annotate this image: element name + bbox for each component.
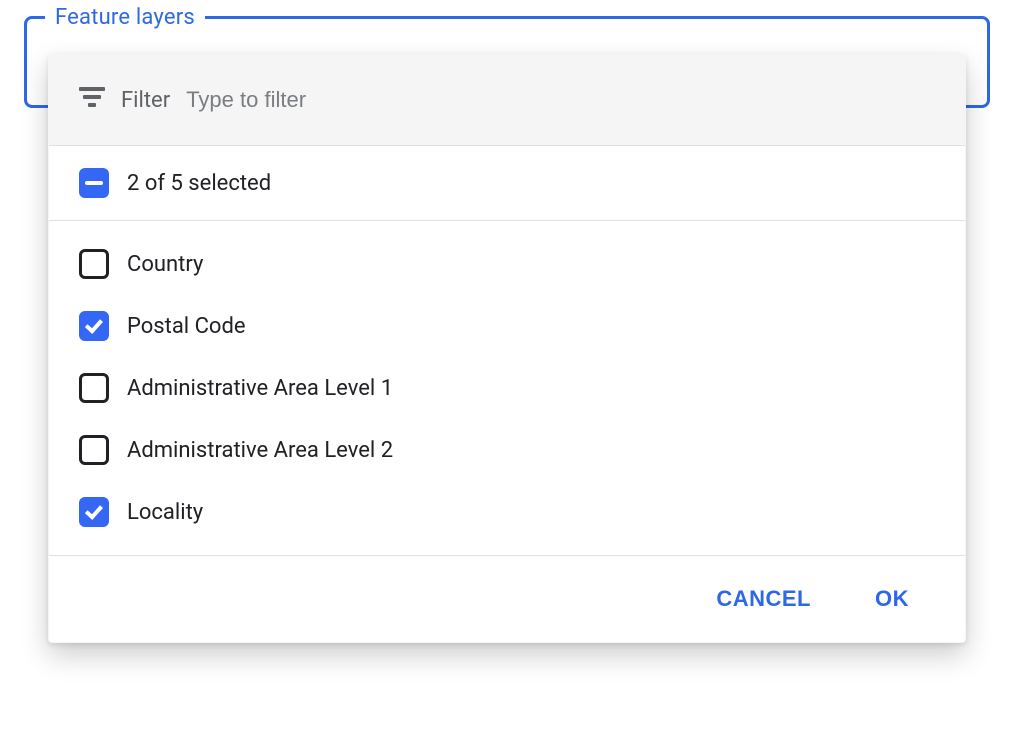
cancel-button[interactable]: CANCEL — [708, 580, 819, 618]
select-all-indeterminate-checkbox[interactable] — [79, 168, 109, 198]
option-label: Postal Code — [127, 314, 246, 339]
option-row[interactable]: Administrative Area Level 2 — [49, 419, 965, 481]
option-list: Country Postal Code Administrative Area Le… — [49, 221, 965, 556]
page-root: Feature layers Filter 2 of 5 selected Co… — [0, 0, 1014, 732]
option-label: Administrative Area Level 1 — [127, 376, 393, 401]
filter-icon — [79, 87, 105, 113]
feature-layers-legend: Feature layers — [55, 5, 195, 30]
option-checkbox[interactable] — [79, 435, 109, 465]
feature-layers-dropdown: Filter 2 of 5 selected Country Postal Cod… — [48, 54, 966, 643]
option-label: Country — [127, 252, 203, 277]
filter-bar: Filter — [49, 55, 965, 146]
select-all-summary: 2 of 5 selected — [127, 171, 271, 196]
option-label: Administrative Area Level 2 — [127, 438, 393, 463]
ok-button[interactable]: OK — [867, 580, 917, 618]
option-checkbox[interactable] — [79, 311, 109, 341]
dialog-buttons: CANCEL OK — [49, 556, 965, 642]
option-row[interactable]: Country — [49, 233, 965, 295]
option-row[interactable]: Administrative Area Level 1 — [49, 357, 965, 419]
option-row[interactable]: Locality — [49, 481, 965, 543]
option-label: Locality — [127, 500, 203, 525]
option-checkbox[interactable] — [79, 497, 109, 527]
option-checkbox[interactable] — [79, 249, 109, 279]
filter-input[interactable] — [186, 85, 935, 115]
feature-layers-legend-wrap: Feature layers — [45, 3, 205, 31]
filter-label: Filter — [121, 88, 170, 113]
select-all-row[interactable]: 2 of 5 selected — [49, 146, 965, 221]
option-checkbox[interactable] — [79, 373, 109, 403]
option-row[interactable]: Postal Code — [49, 295, 965, 357]
